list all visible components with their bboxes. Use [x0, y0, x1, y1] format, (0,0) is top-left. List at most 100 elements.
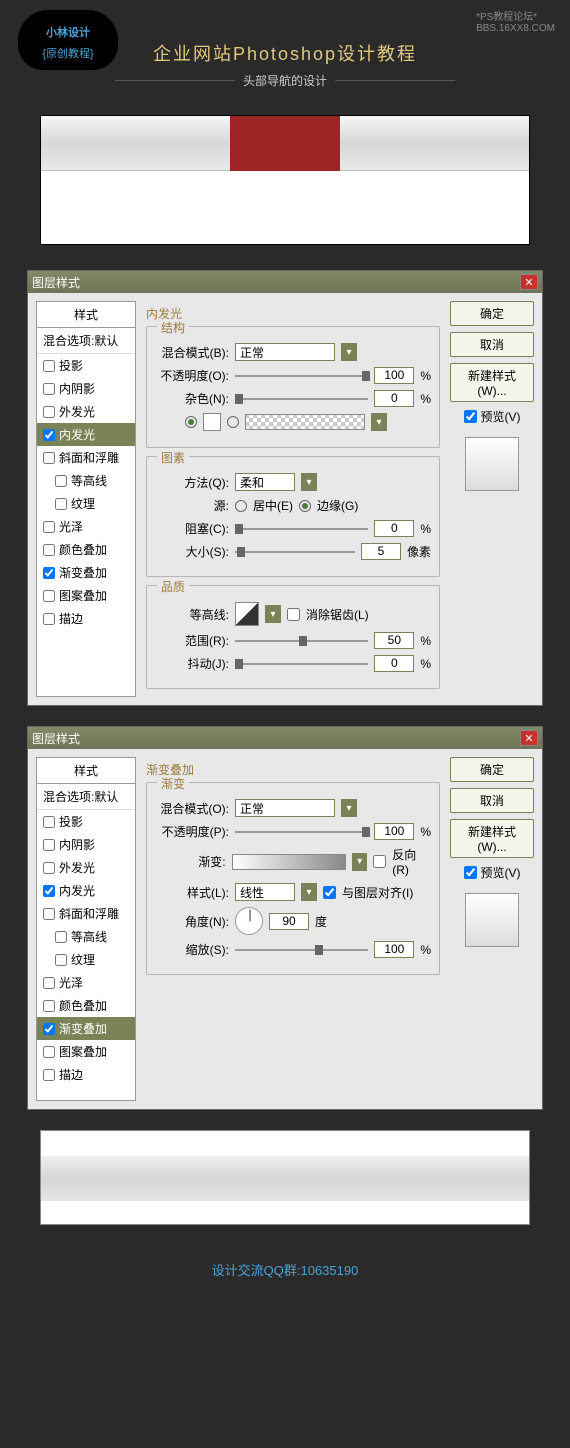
style-item[interactable]: 纹理 [37, 948, 135, 971]
range-slider[interactable] [235, 634, 368, 648]
jitter-slider[interactable] [235, 657, 368, 671]
style-checkbox[interactable] [43, 1000, 55, 1012]
style-checkbox[interactable] [43, 383, 55, 395]
ok-button[interactable]: 确定 [450, 757, 534, 782]
chevron-down-icon[interactable]: ▾ [301, 883, 317, 901]
style-item[interactable]: 投影 [37, 810, 135, 833]
blend-options[interactable]: 混合选项:默认 [37, 784, 135, 810]
reverse-checkbox[interactable] [373, 855, 386, 868]
style-checkbox[interactable] [43, 1046, 55, 1058]
align-checkbox[interactable] [323, 886, 336, 899]
choke-input[interactable]: 0 [374, 520, 414, 537]
style-item[interactable]: 内阴影 [37, 833, 135, 856]
style-item[interactable]: 颜色叠加 [37, 538, 135, 561]
blend-mode-select[interactable]: 正常 [235, 799, 335, 817]
chevron-down-icon[interactable]: ▾ [265, 605, 281, 623]
opacity-slider[interactable] [235, 825, 368, 839]
style-checkbox[interactable] [43, 908, 55, 920]
new-style-button[interactable]: 新建样式(W)... [450, 819, 534, 858]
style-item[interactable]: 图案叠加 [37, 584, 135, 607]
style-checkbox[interactable] [43, 544, 55, 556]
style-checkbox[interactable] [43, 1069, 55, 1081]
style-checkbox[interactable] [43, 862, 55, 874]
scale-slider[interactable] [235, 943, 368, 957]
style-item[interactable]: 内发光 [37, 423, 135, 446]
style-checkbox[interactable] [43, 521, 55, 533]
size-input[interactable]: 5 [361, 543, 401, 560]
style-checkbox[interactable] [43, 839, 55, 851]
style-checkbox[interactable] [43, 452, 55, 464]
gradient-radio[interactable] [227, 416, 239, 428]
opacity-input[interactable]: 100 [374, 823, 414, 840]
range-input[interactable]: 50 [374, 632, 414, 649]
style-item[interactable]: 内阴影 [37, 377, 135, 400]
new-style-button[interactable]: 新建样式(W)... [450, 363, 534, 402]
jitter-input[interactable]: 0 [374, 655, 414, 672]
antialias-checkbox[interactable] [287, 608, 300, 621]
chevron-down-icon[interactable]: ▾ [301, 473, 317, 491]
style-checkbox[interactable] [55, 931, 67, 943]
style-checkbox[interactable] [43, 590, 55, 602]
style-item[interactable]: 斜面和浮雕 [37, 902, 135, 925]
style-item[interactable]: 内发光 [37, 879, 135, 902]
gradient-picker[interactable] [232, 854, 346, 870]
style-checkbox[interactable] [43, 567, 55, 579]
style-checkbox[interactable] [43, 613, 55, 625]
style-item[interactable]: 渐变叠加 [37, 561, 135, 584]
source-edge-radio[interactable] [299, 500, 311, 512]
titlebar[interactable]: 图层样式 ✕ [28, 727, 542, 749]
noise-slider[interactable] [235, 392, 368, 406]
preview-check[interactable]: 预览(V) [450, 408, 534, 425]
style-checkbox[interactable] [43, 977, 55, 989]
style-item[interactable]: 描边 [37, 607, 135, 630]
titlebar[interactable]: 图层样式 ✕ [28, 271, 542, 293]
opacity-input[interactable]: 100 [374, 367, 414, 384]
angle-widget[interactable] [235, 907, 263, 935]
ok-button[interactable]: 确定 [450, 301, 534, 326]
style-item[interactable]: 渐变叠加 [37, 1017, 135, 1040]
blend-mode-select[interactable]: 正常 [235, 343, 335, 361]
cancel-button[interactable]: 取消 [450, 788, 534, 813]
opacity-slider[interactable] [235, 369, 368, 383]
choke-slider[interactable] [235, 522, 368, 536]
style-item[interactable]: 图案叠加 [37, 1040, 135, 1063]
close-icon[interactable]: ✕ [520, 274, 538, 290]
style-item[interactable]: 光泽 [37, 971, 135, 994]
blend-options[interactable]: 混合选项:默认 [37, 328, 135, 354]
style-item[interactable]: 纹理 [37, 492, 135, 515]
angle-input[interactable]: 90 [269, 913, 309, 930]
chevron-down-icon[interactable]: ▾ [371, 413, 387, 431]
style-checkbox[interactable] [43, 885, 55, 897]
style-checkbox[interactable] [55, 954, 67, 966]
chevron-down-icon[interactable]: ▾ [352, 853, 367, 871]
scale-input[interactable]: 100 [374, 941, 414, 958]
style-item[interactable]: 颜色叠加 [37, 994, 135, 1017]
color-radio[interactable] [185, 416, 197, 428]
style-checkbox[interactable] [43, 406, 55, 418]
style-item[interactable]: 投影 [37, 354, 135, 377]
style-item[interactable]: 等高线 [37, 925, 135, 948]
style-item[interactable]: 外发光 [37, 856, 135, 879]
chevron-down-icon[interactable]: ▾ [341, 343, 357, 361]
preview-check[interactable]: 预览(V) [450, 864, 534, 881]
style-item[interactable]: 光泽 [37, 515, 135, 538]
cancel-button[interactable]: 取消 [450, 332, 534, 357]
style-checkbox[interactable] [43, 816, 55, 828]
style-item[interactable]: 描边 [37, 1063, 135, 1086]
noise-input[interactable]: 0 [374, 390, 414, 407]
source-center-radio[interactable] [235, 500, 247, 512]
style-select[interactable]: 线性 [235, 883, 295, 901]
size-slider[interactable] [235, 545, 355, 559]
style-checkbox[interactable] [43, 1023, 55, 1035]
gradient-picker[interactable] [245, 414, 365, 430]
style-item[interactable]: 外发光 [37, 400, 135, 423]
style-checkbox[interactable] [43, 360, 55, 372]
style-checkbox[interactable] [55, 498, 67, 510]
chevron-down-icon[interactable]: ▾ [341, 799, 357, 817]
style-item[interactable]: 斜面和浮雕 [37, 446, 135, 469]
contour-picker[interactable] [235, 602, 259, 626]
style-checkbox[interactable] [55, 475, 67, 487]
close-icon[interactable]: ✕ [520, 730, 538, 746]
color-swatch[interactable] [203, 413, 221, 431]
technique-select[interactable]: 柔和 [235, 473, 295, 491]
